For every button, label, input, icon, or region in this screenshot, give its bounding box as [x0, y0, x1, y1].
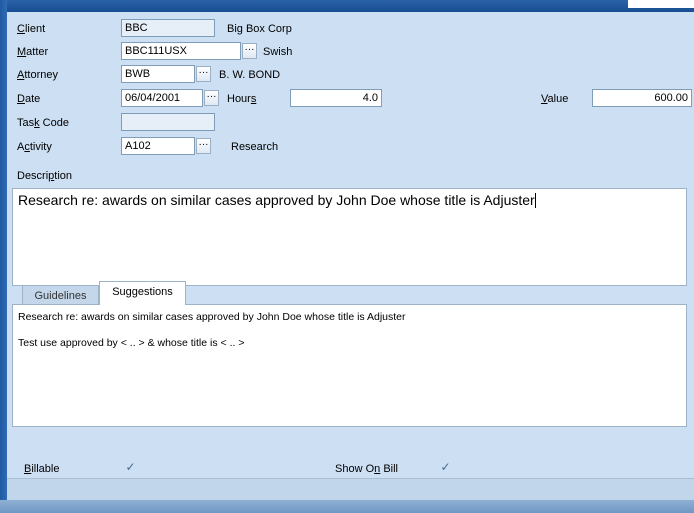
suggestions-panel: Research re: awards on similar cases app…	[12, 304, 687, 427]
show-on-bill-checkbox[interactable]: ✓	[439, 461, 452, 474]
matter-code-field[interactable]: BBC111USX	[121, 42, 241, 60]
text-caret	[534, 193, 536, 208]
attorney-code-field[interactable]: BWB	[121, 65, 195, 83]
description-text: Research re: awards on similar cases app…	[18, 192, 535, 208]
hours-label: Hours	[227, 93, 257, 105]
title-bar	[0, 0, 694, 12]
status-bar	[7, 478, 694, 501]
client-label: Client	[17, 23, 46, 35]
description-label: Description	[17, 170, 73, 182]
matter-name: Swish	[263, 46, 293, 58]
matter-label: Matter	[17, 46, 49, 58]
attorney-label: Attorney	[17, 69, 58, 81]
suggestion-item[interactable]: Test use approved by < .. > & whose titl…	[18, 336, 681, 350]
value-field[interactable]: 600.00	[592, 89, 692, 107]
value-label: Value	[541, 93, 569, 105]
activity-code-field[interactable]: A102	[121, 137, 195, 155]
client-name: Big Box Corp	[227, 23, 292, 35]
activity-name: Research	[231, 141, 279, 153]
activity-lookup-button[interactable]: ···	[196, 138, 211, 154]
window-left-border	[0, 0, 7, 513]
date-field[interactable]: 06/04/2001	[121, 89, 203, 107]
title-bar-panel	[628, 0, 694, 8]
attorney-name: B. W. BOND	[219, 69, 281, 81]
time-entry-window: Client BBC Big Box Corp Matter BBC111USX…	[0, 0, 694, 513]
matter-lookup-button[interactable]: ···	[242, 43, 257, 59]
billable-label: Billable	[24, 463, 60, 475]
task-code-field[interactable]	[121, 113, 215, 131]
date-label: Date	[17, 93, 41, 105]
attorney-lookup-button[interactable]: ···	[196, 66, 211, 82]
window-bottom-border	[0, 500, 694, 513]
date-picker-button[interactable]: ···	[204, 90, 219, 106]
suggestion-item[interactable]: Research re: awards on similar cases app…	[18, 310, 681, 324]
hours-field[interactable]: 4.0	[290, 89, 382, 107]
billable-checkbox[interactable]: ✓	[124, 461, 137, 474]
tab-suggestions[interactable]: Suggestions	[99, 281, 186, 305]
activity-label: Activity	[17, 141, 52, 153]
task-code-label: Task Code	[17, 117, 69, 129]
show-on-bill-label: Show On Bill	[335, 463, 398, 475]
client-code-field[interactable]: BBC	[121, 19, 215, 37]
tab-guidelines[interactable]: Guidelines	[22, 285, 99, 305]
description-textarea[interactable]: Research re: awards on similar cases app…	[12, 188, 687, 286]
